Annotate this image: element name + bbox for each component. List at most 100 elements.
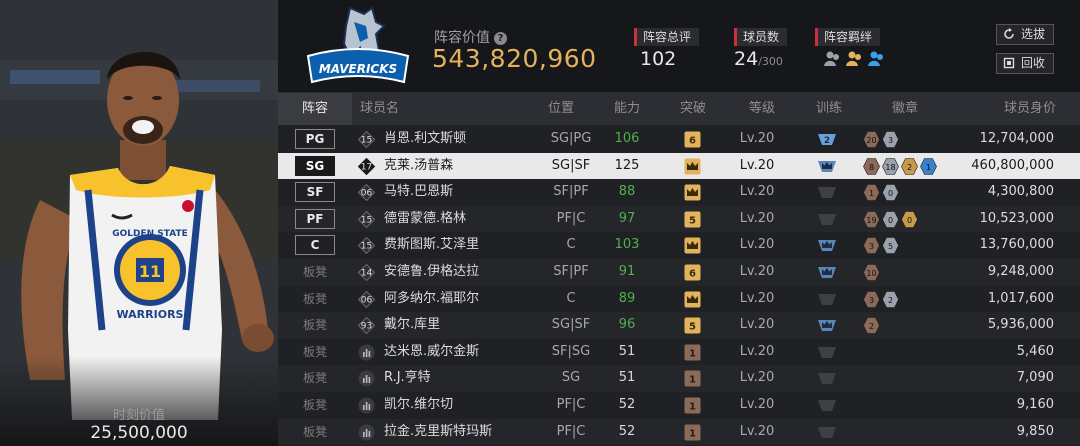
badge-medal-icon[interactable]: 2	[901, 157, 918, 175]
badge-list: 10	[863, 184, 899, 201]
svg-text:20: 20	[866, 136, 876, 145]
jersey-number-badge: 06	[358, 290, 375, 308]
table-row[interactable]: 板凳 R.J.亨特 SG 51 1 Lv.20 7,090	[278, 365, 1080, 392]
player-name[interactable]: R.J.亨特	[384, 365, 431, 392]
breakthrough-badge: 1	[684, 370, 701, 387]
table-row[interactable]: 板凳 06 阿多纳尔.福耶尔 C 89 Lv.20 3 2 1,017,600	[278, 286, 1080, 313]
player-count-value: 24/300	[734, 48, 783, 70]
bench-slot[interactable]: 板凳	[295, 312, 335, 339]
training-empty-icon[interactable]	[816, 185, 838, 200]
col-ability[interactable]: 能力	[614, 93, 640, 125]
player-name[interactable]: 德雷蒙德.格林	[384, 206, 466, 233]
lineup-slot[interactable]: C	[295, 235, 335, 256]
lineup-slot[interactable]: PF	[295, 208, 335, 229]
badge-medal-icon[interactable]: 10	[863, 264, 880, 281]
svg-text:8: 8	[869, 162, 874, 171]
table-row[interactable]: C 15 费斯图斯.艾泽里 C 103 Lv.20 3 5 13,760,000	[278, 232, 1080, 259]
rarity-bars-icon	[358, 397, 375, 414]
player-level: Lv.20	[739, 184, 775, 200]
training-empty-icon[interactable]	[816, 371, 838, 386]
player-name[interactable]: 拉金.克里斯特玛斯	[384, 419, 492, 446]
table-row[interactable]: PG 15 肖恩.利文斯顿 SG|PG 106 6 Lv.20 2 20 3 12,704,000	[278, 126, 1080, 153]
badge-medal-icon[interactable]: 2	[863, 317, 880, 334]
badge-medal-icon[interactable]: 3	[863, 290, 880, 308]
player-price: 10,523,000	[979, 210, 1054, 226]
svg-text:1: 1	[689, 428, 696, 439]
training-crown-icon[interactable]	[816, 159, 838, 174]
lineup-slot[interactable]: SF	[295, 182, 335, 203]
bond-blue-icon[interactable]	[867, 50, 886, 67]
training-empty-icon[interactable]	[816, 398, 838, 413]
col-training[interactable]: 训练	[816, 93, 842, 125]
badge-medal-icon[interactable]: 8	[863, 157, 880, 175]
table-row[interactable]: 板凳 93 戴尔.库里 SG|SF 96 5 Lv.20 2 5,936,000	[278, 312, 1080, 339]
bench-slot[interactable]: 板凳	[295, 419, 335, 446]
badge-medal-icon[interactable]: 2	[882, 290, 899, 308]
badge-medal-icon[interactable]: 0	[882, 210, 899, 228]
bench-slot[interactable]: 板凳	[295, 365, 335, 392]
badge-medal-icon[interactable]: 5	[882, 237, 899, 255]
player-card[interactable]: 11 GOLDEN STATE WARRIORS 时刻价值 25,500,000	[0, 0, 278, 446]
svg-text:19: 19	[866, 216, 876, 225]
table-row[interactable]: SF 06 马特.巴恩斯 SF|PF 88 Lv.20 1 0 4,300,800	[278, 179, 1080, 206]
col-lineup[interactable]: 阵容	[278, 93, 352, 125]
player-name[interactable]: 安德鲁.伊格达拉	[384, 259, 479, 286]
bench-slot[interactable]: 板凳	[295, 259, 335, 286]
player-count: 球员数 24/300	[734, 26, 788, 70]
badge-medal-icon[interactable]: 0	[882, 184, 899, 201]
badge-medal-icon[interactable]: 20	[863, 131, 880, 148]
table-row[interactable]: 板凳 达米恩.威尔金斯 SF|SG 51 1 Lv.20 5,460	[278, 339, 1080, 366]
training-level-icon[interactable]: 2	[816, 132, 838, 147]
table-row[interactable]: 板凳 14 安德鲁.伊格达拉 SF|PF 91 6 Lv.20 10 9,248,000	[278, 259, 1080, 286]
player-name[interactable]: 克莱.汤普森	[384, 153, 453, 180]
lineup-rating-value: 102	[640, 48, 677, 70]
recycle-button[interactable]: 回收	[996, 53, 1054, 74]
lineup-slot[interactable]: PG	[295, 129, 335, 149]
rarity-bars-icon	[358, 370, 375, 387]
badge-medal-icon[interactable]: 19	[863, 210, 880, 228]
training-empty-icon[interactable]	[816, 425, 838, 440]
bond-gold-icon[interactable]	[845, 50, 864, 67]
bond-grey-icon[interactable]	[823, 50, 842, 67]
col-level[interactable]: 等级	[749, 93, 775, 125]
training-empty-icon[interactable]	[816, 292, 838, 307]
player-name[interactable]: 凯尔.维尔切	[384, 392, 453, 419]
player-name[interactable]: 阿多纳尔.福耶尔	[384, 286, 479, 313]
lineup-slot[interactable]: SG	[295, 155, 335, 176]
table-row[interactable]: PF 15 德雷蒙德.格林 PF|C 97 5 Lv.20 19 0 0 10,523,000	[278, 205, 1080, 233]
bench-slot[interactable]: 板凳	[295, 392, 335, 419]
player-name[interactable]: 费斯图斯.艾泽里	[384, 232, 479, 259]
player-name[interactable]: 戴尔.库里	[384, 312, 440, 339]
table-row[interactable]: 板凳 拉金.克里斯特玛斯 PF|C 52 1 Lv.20 9,850	[278, 418, 1080, 446]
svg-text:0: 0	[888, 216, 893, 225]
training-empty-icon[interactable]	[816, 345, 838, 360]
training-crown-icon[interactable]	[816, 238, 838, 253]
badge-medal-icon[interactable]: 18	[882, 157, 899, 175]
select-button[interactable]: 选拔	[996, 24, 1054, 45]
col-position[interactable]: 位置	[548, 93, 574, 125]
badge-list: 35	[863, 237, 899, 255]
player-name[interactable]: 达米恩.威尔金斯	[384, 339, 479, 366]
badge-medal-icon[interactable]: 3	[882, 131, 899, 148]
bench-slot[interactable]: 板凳	[295, 339, 335, 366]
col-badges[interactable]: 徽章	[892, 93, 918, 125]
col-player-name[interactable]: 球员名	[360, 93, 399, 125]
table-header: 阵容 球员名 位置 能力 突破 等级 训练 徽章 球员身价	[278, 93, 1080, 125]
player-name[interactable]: 肖恩.利文斯顿	[384, 126, 466, 153]
col-breakthrough[interactable]: 突破	[680, 93, 706, 125]
badge-medal-icon[interactable]: 0	[901, 210, 918, 228]
breakthrough-crown-icon	[684, 158, 701, 175]
bond-icons[interactable]	[823, 50, 886, 67]
badge-medal-icon[interactable]: 1	[863, 184, 880, 201]
badge-medal-icon[interactable]: 3	[863, 237, 880, 255]
training-crown-icon[interactable]	[816, 318, 838, 333]
training-crown-icon[interactable]	[816, 265, 838, 280]
bench-slot[interactable]: 板凳	[295, 286, 335, 313]
table-row[interactable]: 板凳 凯尔.维尔切 PF|C 52 1 Lv.20 9,160	[278, 392, 1080, 419]
training-empty-icon[interactable]	[816, 212, 838, 227]
player-position: SF|PF	[553, 264, 589, 279]
col-price[interactable]: 球员身价	[1004, 93, 1056, 125]
player-position: SF|PF	[553, 184, 589, 200]
table-row[interactable]: SG 17 克莱.汤普森 SG|SF 125 Lv.20 8 18 2 1 460,800,000	[278, 152, 1080, 180]
player-name[interactable]: 马特.巴恩斯	[384, 179, 453, 206]
